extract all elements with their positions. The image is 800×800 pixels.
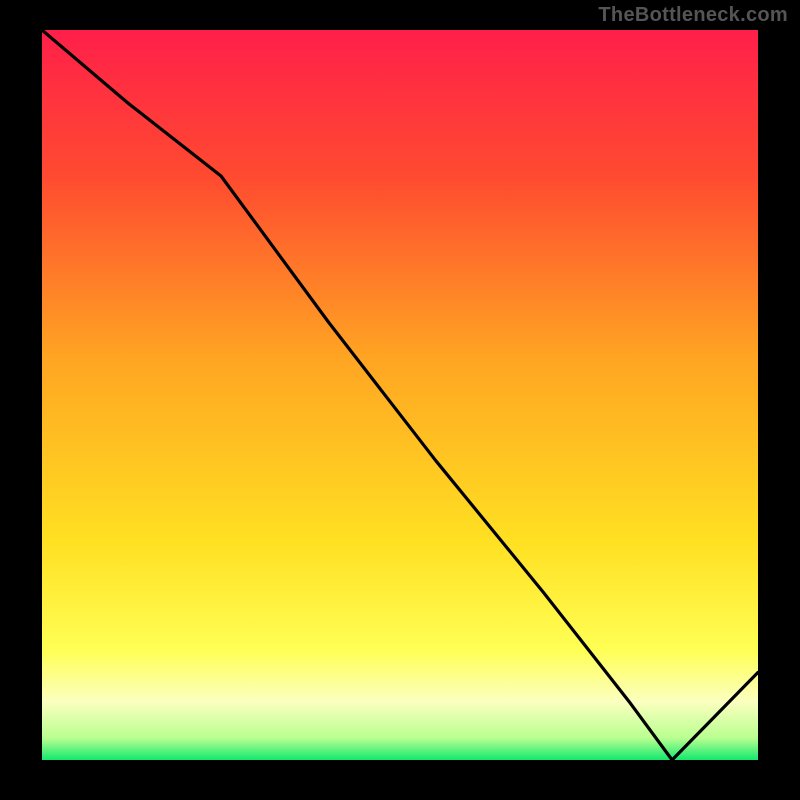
watermark-text: TheBottleneck.com bbox=[598, 4, 788, 27]
chart-svg bbox=[42, 30, 758, 760]
chart-container: TheBottleneck.com bbox=[0, 0, 800, 800]
gradient-background bbox=[42, 30, 758, 760]
plot-area bbox=[38, 30, 762, 764]
